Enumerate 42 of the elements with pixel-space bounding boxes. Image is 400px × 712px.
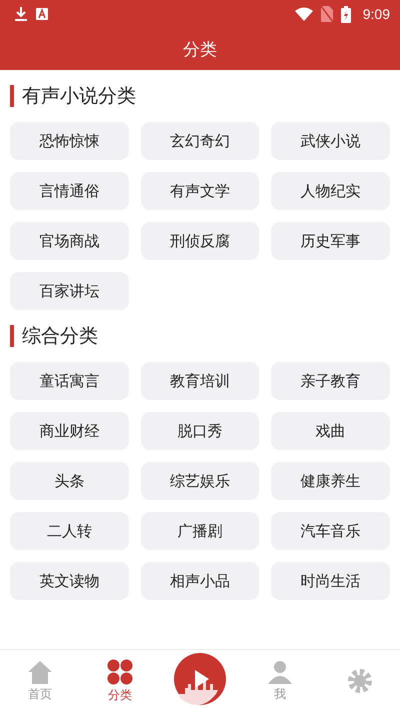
category-chip[interactable]: 百家讲坛 — [10, 272, 129, 310]
category-chip[interactable]: 恐怖惊悚 — [10, 122, 129, 160]
tab-label[interactable]: 分类 — [108, 686, 132, 704]
section-marker — [10, 85, 14, 107]
category-chip[interactable]: 童话寓言 — [10, 362, 129, 400]
category-chip[interactable]: 脱口秀 — [140, 412, 260, 450]
section-title: 综合分类 — [22, 324, 98, 349]
category-chip[interactable]: 教育培训 — [140, 362, 260, 400]
home-icon[interactable] — [27, 660, 53, 684]
category-chip[interactable]: 言情通俗 — [10, 172, 129, 210]
grid-icon[interactable] — [107, 658, 133, 684]
category-chip[interactable]: 武侠小说 — [271, 122, 390, 160]
section-marker — [10, 325, 14, 347]
no-sim-icon — [320, 6, 333, 22]
gear-icon[interactable] — [347, 668, 373, 694]
category-chip[interactable]: 二人转 — [10, 512, 129, 550]
wifi-icon — [294, 7, 313, 21]
category-chip[interactable]: 人物纪实 — [271, 172, 390, 210]
category-chip[interactable]: 时尚生活 — [271, 562, 390, 600]
section-title: 有声小说分类 — [22, 84, 136, 109]
category-chip[interactable]: 戏曲 — [271, 412, 390, 450]
category-chip[interactable]: 广播剧 — [140, 512, 260, 550]
category-chip[interactable]: 玄幻奇幻 — [140, 122, 260, 160]
category-chip[interactable]: 汽车音乐 — [271, 512, 390, 550]
page-title: 分类 — [183, 38, 217, 60]
battery-icon — [340, 6, 351, 22]
category-chip[interactable]: 官场商战 — [10, 222, 129, 260]
category-chip[interactable]: 刑侦反腐 — [140, 222, 260, 260]
category-chip[interactable]: 英文读物 — [10, 562, 129, 600]
category-chip[interactable]: 有声文学 — [140, 172, 260, 210]
category-chip[interactable]: 健康养生 — [271, 462, 390, 500]
category-chip[interactable]: 历史军事 — [271, 222, 390, 260]
category-chip[interactable]: 头条 — [10, 462, 129, 500]
download-icon — [14, 6, 28, 22]
category-chip[interactable]: 综艺娱乐 — [140, 462, 260, 500]
person-icon[interactable] — [267, 660, 293, 684]
play-button[interactable] — [173, 652, 227, 706]
clock-time: 9:09 — [362, 6, 390, 22]
app-notification-icon — [36, 8, 48, 20]
category-chip[interactable]: 亲子教育 — [271, 362, 390, 400]
category-chip[interactable]: 商业财经 — [10, 412, 129, 450]
category-chip[interactable]: 相声小品 — [140, 562, 260, 600]
